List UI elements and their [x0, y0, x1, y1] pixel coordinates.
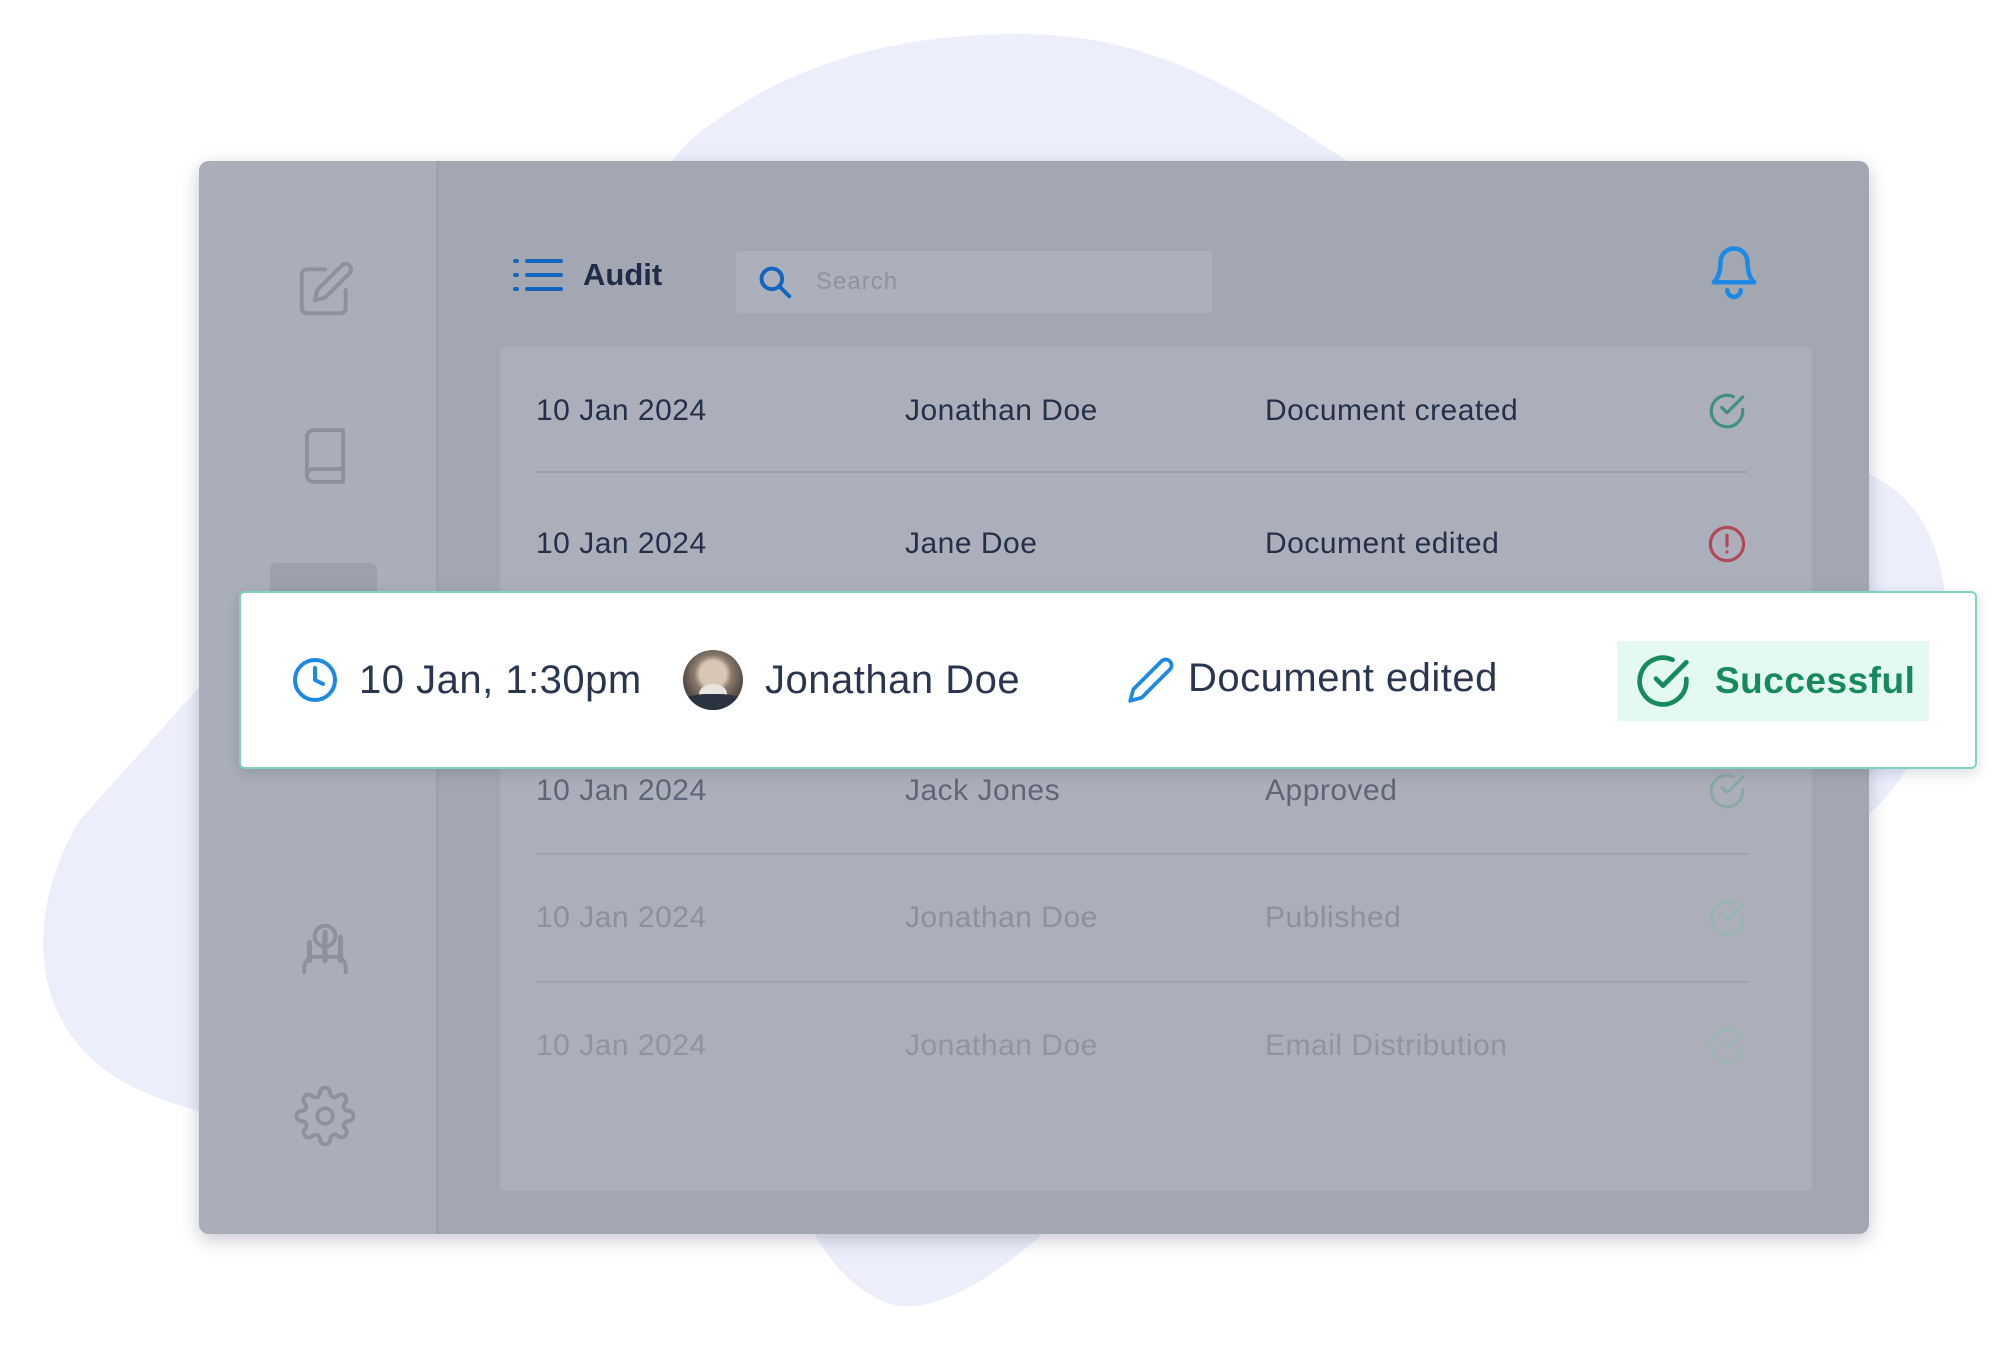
- entry-user: Jonathan Doe: [683, 593, 1020, 767]
- row-user: Jonathan Doe: [905, 394, 1098, 427]
- search-placeholder: Search: [816, 268, 899, 295]
- row-date: 10 Jan 2024: [536, 1029, 707, 1062]
- highlighted-audit-entry[interactable]: 10 Jan, 1:30pm Jonathan Doe Document edi…: [239, 591, 1977, 769]
- status-label: Successful: [1715, 660, 1916, 701]
- settings-icon: [294, 1085, 356, 1147]
- clock-icon: [293, 658, 337, 702]
- status-badge: Successful: [1617, 641, 1929, 721]
- entry-action: Document edited: [1126, 593, 1498, 767]
- check-circle-icon: [1709, 900, 1745, 936]
- sidebar-item-settings[interactable]: [199, 1061, 451, 1171]
- entry-time: 10 Jan, 1:30pm: [291, 593, 642, 767]
- table-row[interactable]: 10 Jan 2024 Jonathan Doe Published: [536, 854, 1748, 982]
- pencil-icon: [1128, 657, 1174, 703]
- row-action: Approved: [1265, 774, 1398, 807]
- row-date: 10 Jan 2024: [536, 901, 707, 934]
- row-user: Jonathan Doe: [905, 1029, 1098, 1062]
- entry-time-text: 10 Jan, 1:30pm: [359, 657, 642, 702]
- page-header: Audit: [513, 255, 662, 295]
- alert-circle-icon: [1708, 525, 1746, 563]
- page-title: Audit: [583, 257, 663, 292]
- check-circle-icon: [1709, 1028, 1745, 1064]
- sidebar-item-edit[interactable]: [199, 235, 451, 345]
- check-circle-icon: [1709, 773, 1745, 809]
- sidebar-item-profile[interactable]: [199, 894, 451, 1004]
- row-action: Document edited: [1265, 527, 1500, 560]
- check-circle-icon: [1637, 655, 1689, 707]
- row-date: 10 Jan 2024: [536, 527, 707, 560]
- row-user: Jack Jones: [905, 774, 1061, 807]
- book-icon: [304, 428, 346, 484]
- search-icon: [759, 266, 792, 299]
- bell-icon[interactable]: [1707, 241, 1761, 301]
- edit-icon: [299, 261, 354, 316]
- row-date: 10 Jan 2024: [536, 774, 707, 807]
- table-row[interactable]: 10 Jan 2024 Jane Doe Document edited: [536, 480, 1748, 608]
- audit-table: 10 Jan 2024 Jonathan Doe Document create…: [500, 347, 1812, 1191]
- check-circle-icon: [1709, 393, 1745, 429]
- table-row[interactable]: 10 Jan 2024 Jonathan Doe Email Distribut…: [536, 982, 1748, 1110]
- search-input[interactable]: Search: [736, 251, 1212, 313]
- row-action: Document created: [1265, 394, 1519, 427]
- avatar: [683, 650, 743, 710]
- entry-user-name: Jonathan Doe: [765, 657, 1021, 702]
- row-user: Jonathan Doe: [905, 901, 1098, 934]
- entry-action-text: Document edited: [1188, 655, 1498, 700]
- table-row[interactable]: 10 Jan 2024 Jonathan Doe Document create…: [536, 347, 1748, 475]
- row-date: 10 Jan 2024: [536, 394, 707, 427]
- row-user: Jane Doe: [905, 527, 1038, 560]
- row-action: Published: [1265, 901, 1402, 934]
- sidebar-item-book[interactable]: [199, 401, 451, 511]
- user-icon: [302, 923, 348, 975]
- list-icon[interactable]: [513, 255, 563, 295]
- row-action: Email Distribution: [1265, 1029, 1508, 1062]
- row-divider: [536, 471, 1748, 473]
